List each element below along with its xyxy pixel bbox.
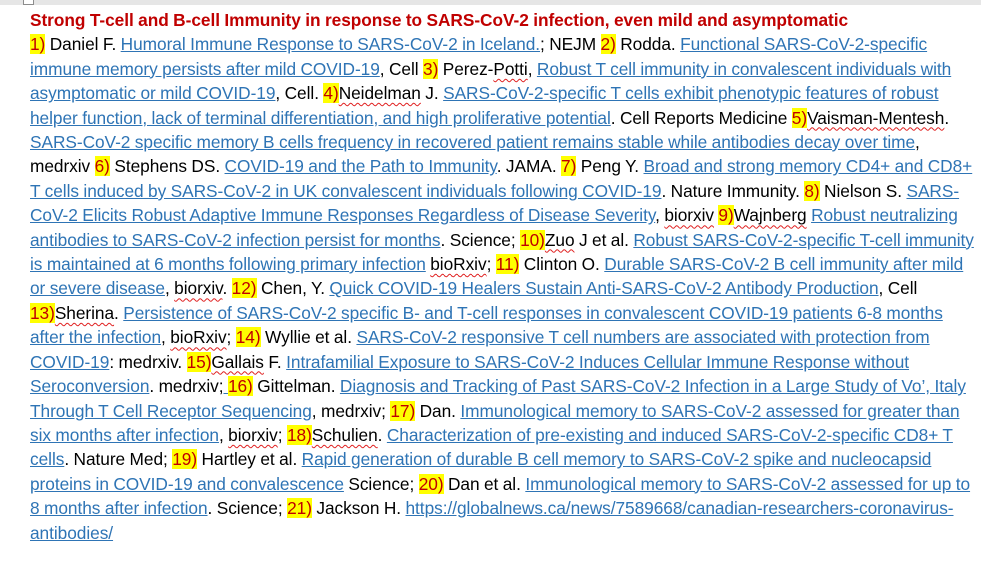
reference-link[interactable]: COVID-19 and the Path to Immunity [225,156,497,176]
reference-link[interactable]: Humoral Immune Response to SARS-CoV-2 in… [121,34,540,54]
reference-number: 13) [30,302,55,323]
reference-link[interactable]: SARS-CoV-2 specific memory B cells frequ… [30,132,915,152]
reference-author-suffix: . [944,107,950,128]
reference-number: 15) [186,351,212,372]
reference-link[interactable]: Quick COVID-19 Healers Sustain Anti-SARS… [329,278,878,298]
reference-source-suffix: . [222,278,232,299]
reference-author-suffix: J et al. [574,229,634,250]
reference-number: 4) [323,83,339,104]
reference-author-misspelled: Vaisman-Mentesh [807,107,945,128]
reference-author-suffix: , [527,58,537,79]
reference-source-misspelled: biorxiv [664,205,714,226]
reference-author: Wyllie et al. [260,327,357,348]
reference-source: Science; [343,473,419,494]
reference-source-misspelled: biorxiv [228,424,278,445]
reference-number: 18) [286,424,312,445]
reference-number: 19) [172,449,198,470]
reference-author-misspelled: Potti [493,58,528,79]
reference-source: , [218,424,229,445]
reference-author: Nielson S. [819,180,907,201]
reference-source: ; NEJM [540,34,601,55]
reference-author-misspelled: Gallais [211,351,264,372]
reference-number: 7) [561,156,577,177]
reference-source: . Science; [207,498,288,519]
reference-author: Rodda. [615,34,681,55]
reference-number: 16) [227,376,253,397]
reference-source: , [161,327,171,348]
reference-item: 6) Stephens DS. COVID-19 and the Path to… [94,156,562,177]
reference-number: 14) [235,327,261,348]
reference-source: , Cell [379,58,424,79]
reference-number: 20) [418,473,444,494]
ruler-bar [0,0,981,5]
reference-source: , medrxiv; [311,400,391,421]
reference-item: 12) Chen, Y. Quick COVID-19 Healers Sust… [231,278,918,299]
reference-author: Gittelman. [252,376,340,397]
reference-source: . medrxiv [149,376,219,397]
reference-source-misspelled: bioRxiv [170,327,227,348]
reference-author: Dan et al. [443,473,526,494]
reference-author: Jackson H. [311,498,406,519]
reference-source-suffix: ; [226,327,236,348]
reference-number: 3) [423,58,439,79]
reference-source: . Nature Immunity. [661,180,805,201]
reference-number: 9) [718,205,734,226]
reference-source: , [655,205,665,226]
reference-author-suffix: F. [263,351,287,372]
reference-author-misspelled: Wajnberg [733,205,807,226]
reference-source: , [164,278,175,299]
reference-author: Stephens DS. [109,156,225,177]
reference-list: 1) Daniel F. Humoral Immune Response to … [30,34,974,543]
reference-number: 8) [804,180,820,201]
reference-author: Peng Y. [576,156,644,177]
reference-author-suffix: J. [420,83,444,104]
reference-source: . JAMA. [496,156,562,177]
document-body: Strong T-cell and B-cell Immunity in res… [30,8,975,545]
reference-source: . Cell Reports Medicine [610,107,792,128]
reference-number: 12) [231,278,257,299]
reference-number: 11) [495,254,520,275]
reference-source-misspelled: biorxiv [174,278,223,299]
reference-source: : medrxiv. [109,351,187,372]
reference-author-suffix: . [114,302,124,323]
reference-source: . Nature Med; [64,449,173,470]
reference-author: Perez- [438,58,494,79]
reference-author: Dan. [415,400,461,421]
reference-source: . Science; [440,229,521,250]
reference-author-misspelled: Sherina [54,302,115,323]
reference-author: Hartley et al. [197,449,302,470]
reference-number: 6) [94,156,110,177]
reference-author: Clinton O. [519,254,605,275]
reference-separator: ; [218,376,228,397]
reference-source-misspelled: bioRxiv [430,254,487,275]
reference-author: Chen, Y. [256,278,330,299]
reference-author: Daniel F. [45,34,121,55]
reference-number: 10) [520,229,545,250]
reference-author-misspelled: Neidelman [338,83,421,104]
reference-source: , Cell. [275,83,324,104]
reference-number: 5) [791,107,808,128]
table-move-handle[interactable] [23,0,34,5]
reference-source-suffix: ; [277,424,287,445]
reference-author-misspelled: Schulien [311,424,378,445]
reference-source: , Cell [878,278,918,299]
reference-item: 1) Daniel F. Humoral Immune Response to … [30,34,601,55]
reference-number: 21) [287,498,312,519]
reference-author-misspelled: Zuo [544,229,575,250]
reference-source-suffix: ; [486,254,496,275]
reference-number: 17) [390,400,416,421]
reference-number: 2) [600,34,616,55]
document-title: Strong T-cell and B-cell Immunity in res… [30,10,849,30]
reference-number: 1) [30,34,46,55]
reference-author-suffix: . [377,424,387,445]
